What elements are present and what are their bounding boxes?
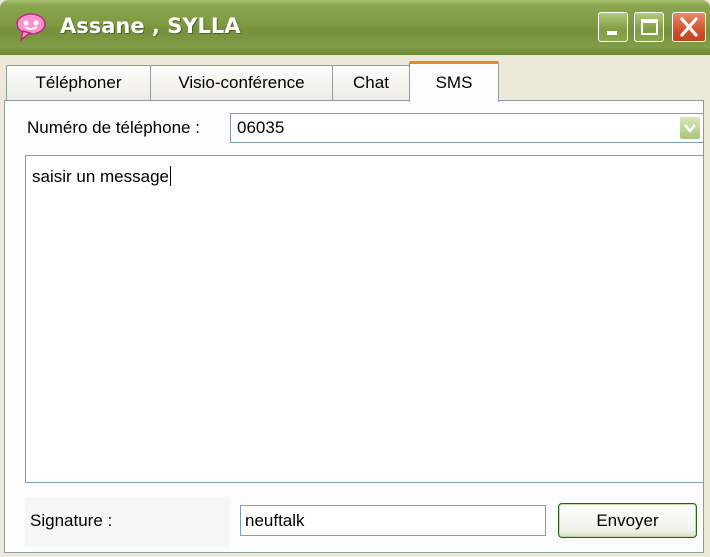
message-textarea[interactable]: saisir un message [25, 155, 704, 483]
close-icon [680, 17, 698, 37]
message-text-wrap: saisir un message [32, 166, 172, 187]
tab-telephoner[interactable]: Téléphoner [6, 65, 151, 100]
phone-number-value: 06035 [237, 118, 285, 137]
tab-strip: Téléphoner Visio-conférence Chat SMS [4, 61, 710, 102]
chevron-down-icon [684, 124, 696, 134]
app-chat-icon [16, 13, 46, 42]
signature-input[interactable]: neuftalk [240, 505, 546, 536]
title-bar[interactable]: Assane , SYLLA [0, 0, 710, 55]
phone-label: Numéro de téléphone : [27, 118, 200, 137]
dropdown-button[interactable] [679, 116, 701, 140]
sms-window: Assane , SYLLA Téléphoner Visio-conféren… [0, 0, 710, 557]
maximize-button[interactable] [634, 12, 664, 42]
minimize-icon [607, 31, 617, 35]
phone-number-select[interactable]: 06035 [230, 113, 704, 143]
minimize-button[interactable] [598, 12, 628, 42]
close-button[interactable] [672, 12, 706, 42]
text-caret [170, 166, 172, 186]
maximize-icon [641, 19, 658, 35]
signature-label: Signature : [30, 511, 113, 530]
signature-value: neuftalk [245, 511, 305, 530]
tab-chat[interactable]: Chat [332, 65, 410, 100]
tab-visio-conference[interactable]: Visio-conférence [150, 65, 333, 100]
window-title: Assane , SYLLA [60, 14, 241, 38]
send-button[interactable]: Envoyer [558, 503, 697, 538]
message-text: saisir un message [32, 167, 170, 186]
tab-sms[interactable]: SMS [409, 61, 499, 102]
